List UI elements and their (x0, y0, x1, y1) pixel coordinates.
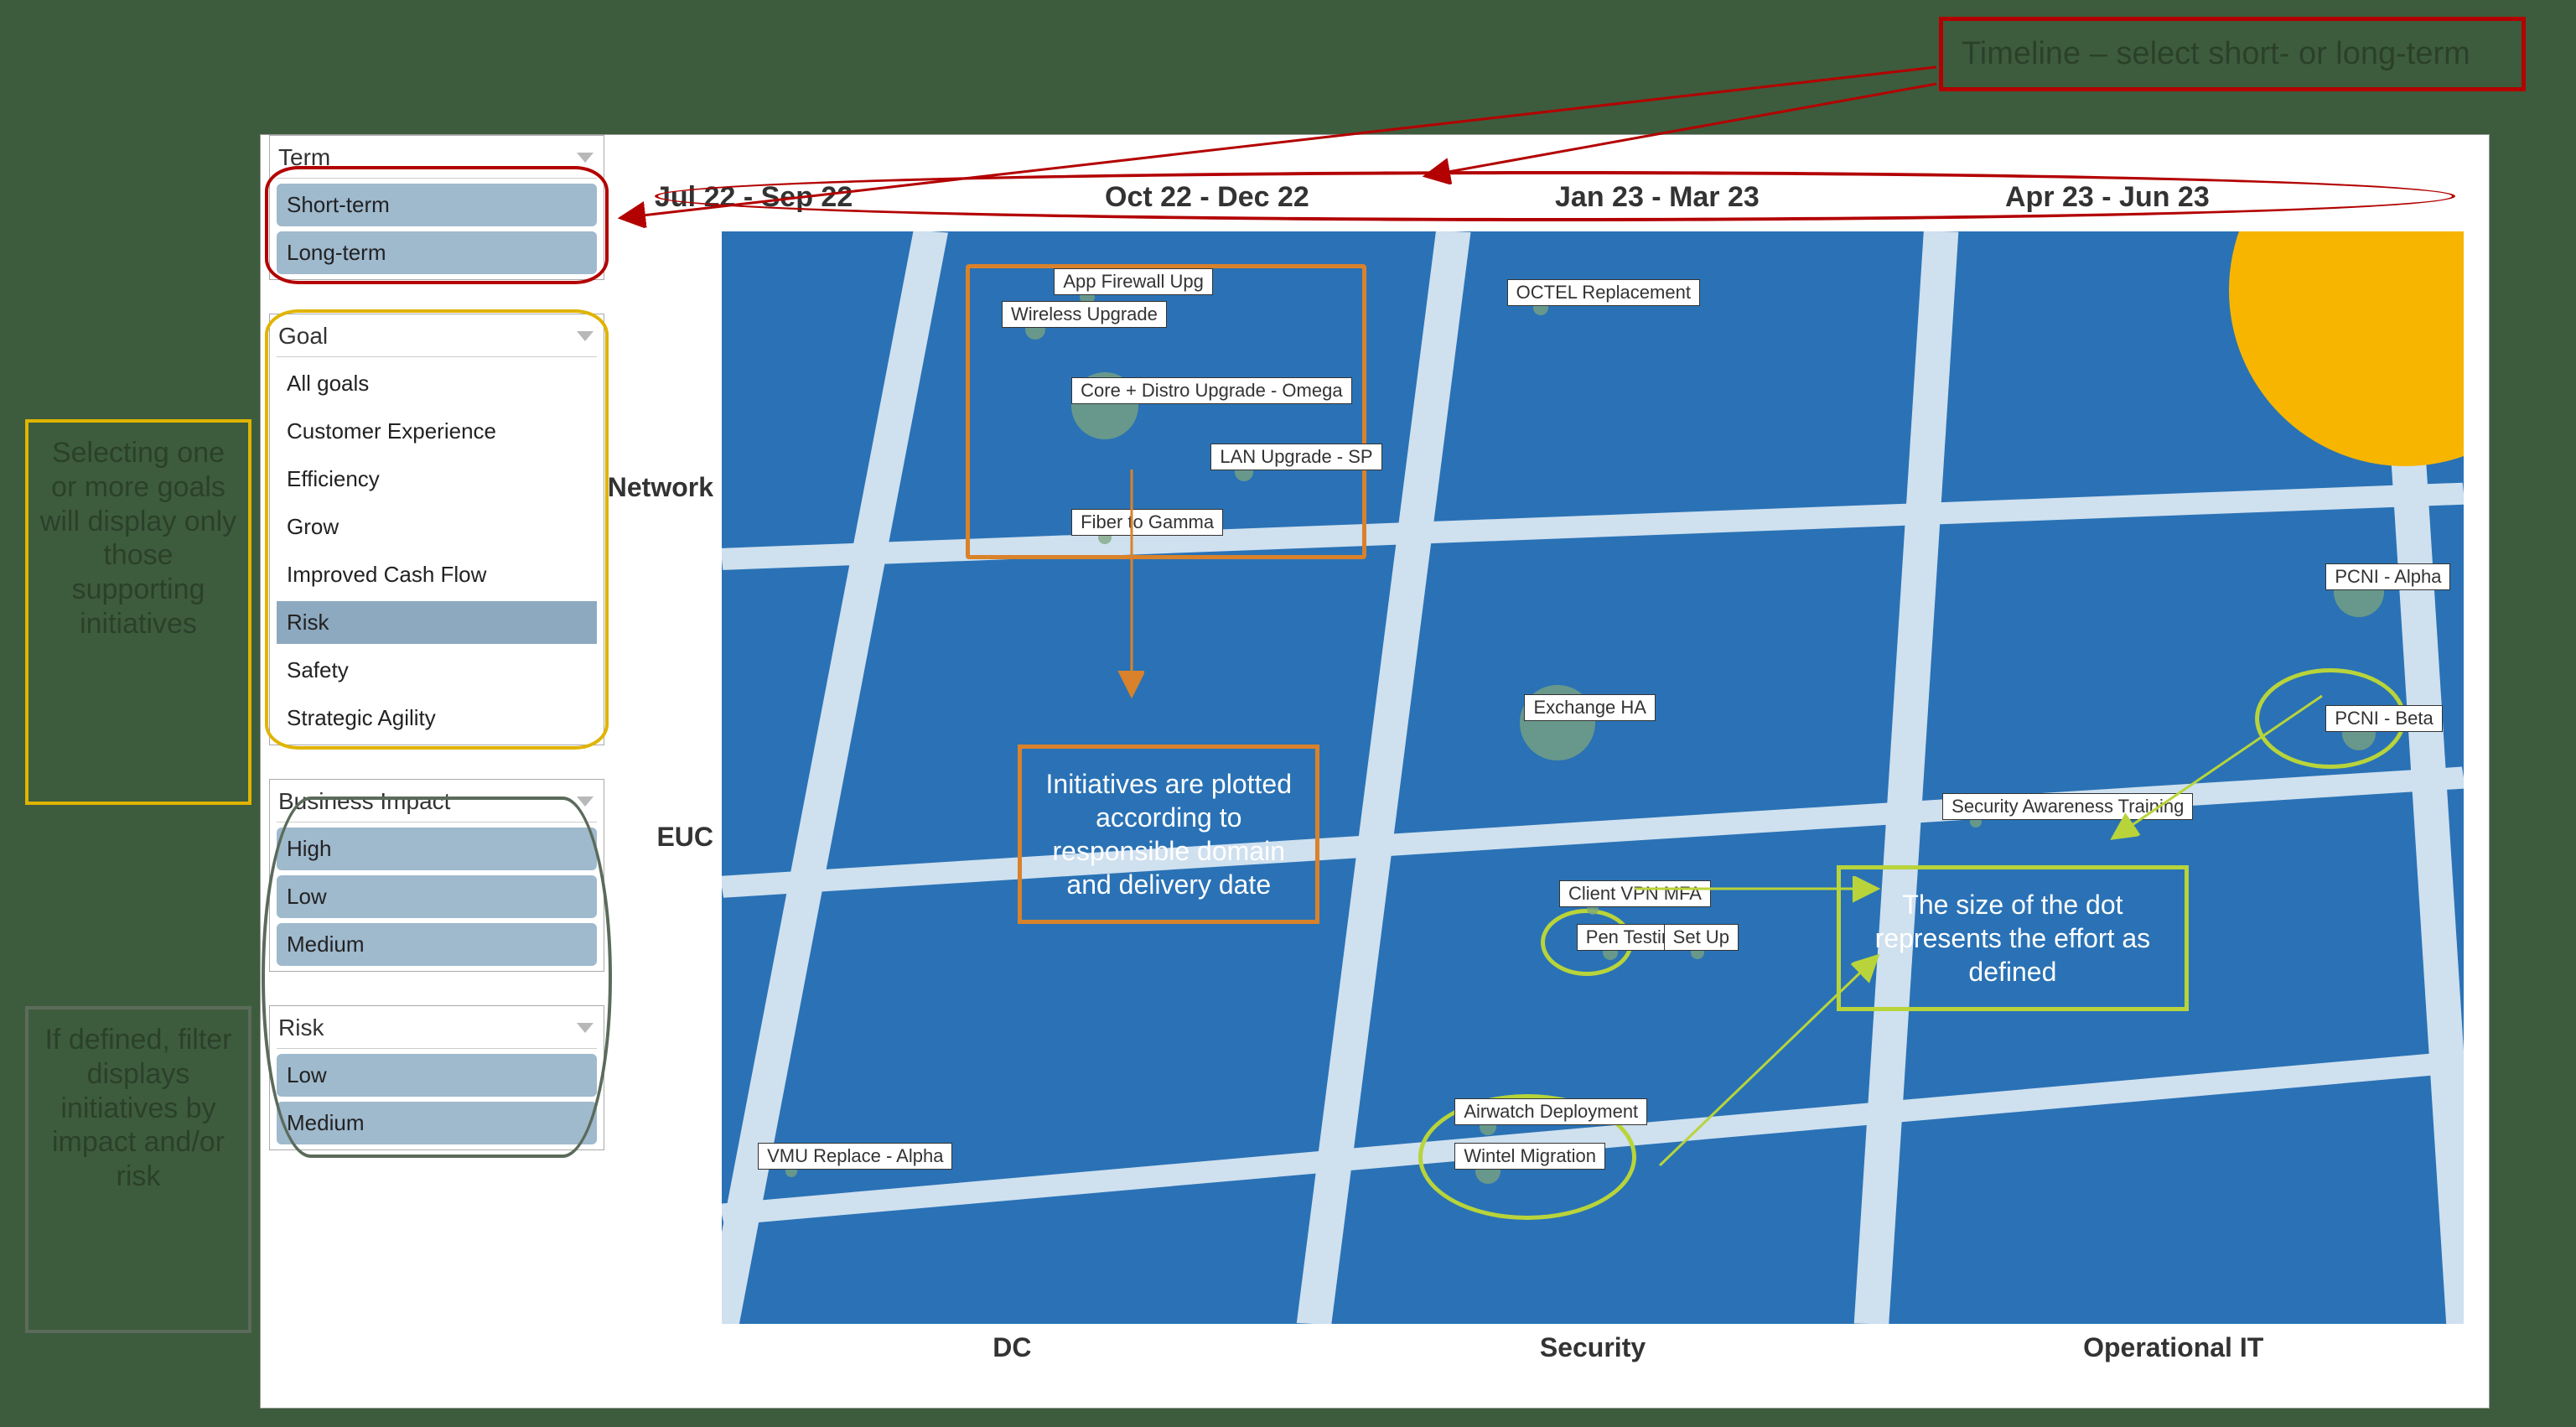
initiative-label[interactable]: Exchange HA (1524, 694, 1656, 721)
y-axis-labels: Network EUC (546, 231, 713, 1324)
plotted-callout: Initiatives are plotted according to res… (1018, 745, 1319, 924)
ylabel-euc: EUC (656, 822, 713, 853)
xlabel-security: Security (1303, 1332, 1884, 1383)
impact-note-text: If defined, filter displays initiatives … (44, 1024, 231, 1192)
goal-filter-title: Goal (278, 323, 328, 350)
filter-icon[interactable] (577, 153, 593, 163)
roadmap-chart: Jul 22 - Sep 22 Oct 22 - Dec 22 Jan 23 -… (646, 181, 2464, 1383)
goals-note-text: Selecting one or more goals will display… (40, 437, 236, 640)
initiative-label[interactable]: Security Awareness Training (1942, 793, 2193, 820)
initiative-label[interactable]: Client VPN MFA (1559, 880, 1711, 907)
initiative-label[interactable]: PCNI - Alpha (2325, 563, 2450, 590)
plot-area: Initiatives are plotted according to res… (722, 231, 2464, 1324)
impact-note: If defined, filter displays initiatives … (25, 1006, 251, 1333)
ylabel-network: Network (608, 472, 713, 503)
initiative-label[interactable]: Airwatch Deployment (1454, 1098, 1647, 1125)
goals-note: Selecting one or more goals will display… (25, 419, 251, 805)
initiative-label[interactable]: OCTEL Replacement (1507, 279, 1700, 306)
initiative-label[interactable]: LAN Upgrade - SP (1210, 444, 1381, 470)
initiative-label[interactable]: PCNI - Beta (2325, 705, 2442, 732)
timeline-callout: Timeline – select short- or long-term (1939, 17, 2526, 91)
term-filter-title: Term (278, 144, 330, 171)
initiative-label[interactable]: App Firewall Upg (1054, 268, 1213, 295)
initiative-label[interactable]: VMU Replace - Alpha (758, 1143, 952, 1170)
plotted-callout-text: Initiatives are plotted according to res… (1046, 769, 1293, 900)
dotsize-callout-text: The size of the dot represents the effor… (1875, 890, 2150, 987)
initiative-label[interactable]: Wireless Upgrade (1002, 301, 1167, 328)
xlabel-dc: DC (722, 1332, 1303, 1383)
timeline-highlight (655, 171, 2455, 221)
impact-filter-title: Business Impact (278, 788, 450, 815)
initiative-label[interactable]: Core + Distro Upgrade - Omega (1071, 377, 1351, 404)
term-option-short[interactable]: Short-term (277, 184, 597, 226)
xlabel-opit: Operational IT (1883, 1332, 2464, 1383)
x-axis-labels: DC Security Operational IT (722, 1332, 2464, 1383)
dashboard-card: Term Short-term Long-term Goal All goals… (260, 134, 2490, 1409)
timeline-callout-text: Timeline – select short- or long-term (1962, 36, 2470, 71)
dotsize-callout: The size of the dot represents the effor… (1837, 865, 2189, 1011)
initiative-label[interactable]: Wintel Migration (1454, 1143, 1605, 1170)
risk-filter-title: Risk (278, 1014, 324, 1041)
initiative-label[interactable]: Fiber to Gamma (1071, 509, 1223, 536)
initiative-label[interactable]: Set Up (1664, 924, 1739, 951)
